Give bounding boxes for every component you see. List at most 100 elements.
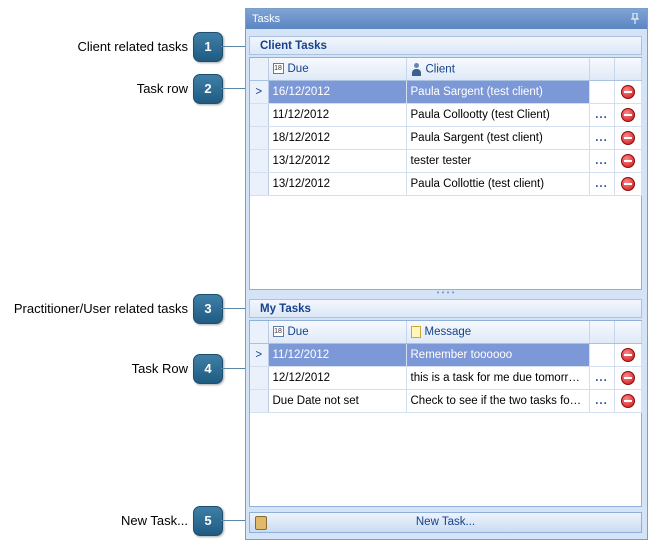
column-label: Message [424,326,472,339]
row-menu-button[interactable]: ... [589,103,615,127]
panel-title-bar: Tasks [246,9,647,29]
column-header-menu [589,58,615,81]
client-cell[interactable]: Paula Collootty (test Client) [406,103,590,127]
table-row[interactable]: 11/12/2012 Paula Collootty (test Client)… [250,103,642,127]
delete-icon [620,348,635,362]
tasks-panel: Tasks Client Tasks 18 Due Client > 16/12/… [245,8,648,540]
grid-header-row: 18 Due Message [250,321,642,344]
delete-button[interactable] [614,389,642,413]
client-cell[interactable]: Paula Collottie (test client) [406,172,590,196]
client-tasks-grid: 18 Due Client > 16/12/2012 Paula Sargent … [249,57,642,290]
callout-new-task: New Task... 5 [0,506,247,536]
delete-icon [620,154,635,168]
client-cell[interactable]: tester tester [406,149,590,173]
callout-line [221,308,247,309]
delete-button[interactable] [614,126,642,150]
row-selector-header [250,58,269,81]
callout-badge: 5 [193,506,223,536]
row-menu-button[interactable]: ... [589,80,615,104]
due-cell[interactable]: 18/12/2012 [268,126,407,150]
due-cell[interactable]: 11/12/2012 [268,103,407,127]
column-header-due[interactable]: 18 Due [268,321,407,344]
callout-label: Client related tasks [77,39,188,54]
pin-icon[interactable] [631,13,639,24]
table-row[interactable]: 13/12/2012 tester tester ... [250,149,642,173]
row-menu-button[interactable]: ... [589,172,615,196]
grid-header-row: 18 Due Client [250,58,642,81]
delete-icon [620,85,635,99]
due-cell[interactable]: 16/12/2012 [268,80,407,104]
due-cell[interactable]: Due Date not set [268,389,407,413]
row-selector[interactable] [250,126,269,150]
callout-client-tasks: Client related tasks 1 [0,32,247,62]
row-menu-button[interactable]: ... [589,343,615,367]
row-selector[interactable] [250,389,269,413]
callout-line [221,520,247,521]
calendar-icon: 18 [272,63,284,75]
message-cell[interactable]: Check to see if the two tasks for ... [406,389,590,413]
row-selector[interactable] [250,103,269,127]
row-menu-button[interactable]: ... [589,366,615,390]
delete-button[interactable] [614,366,642,390]
due-cell[interactable]: 13/12/2012 [268,149,407,173]
due-cell[interactable]: 11/12/2012 [268,343,407,367]
client-tasks-header: Client Tasks [249,36,642,55]
user-icon [411,62,422,76]
delete-icon [620,394,635,408]
delete-button[interactable] [614,343,642,367]
delete-button[interactable] [614,149,642,173]
column-header-message[interactable]: Message [406,321,590,344]
callout-line [221,46,247,47]
table-row[interactable]: 13/12/2012 Paula Collottie (test client)… [250,172,642,196]
callout-badge: 1 [193,32,223,62]
row-selector-header [250,321,269,344]
table-row[interactable]: > 16/12/2012 Paula Sargent (test client)… [250,80,642,104]
row-selector[interactable] [250,366,269,390]
table-row[interactable]: 12/12/2012 this is a task for me due tom… [250,366,642,390]
row-selector[interactable] [250,172,269,196]
calendar-icon: 18 [272,326,284,338]
my-tasks-header: My Tasks [249,299,642,318]
callout-label: Task Row [131,361,188,376]
row-menu-button[interactable]: ... [589,389,615,413]
column-header-delete [614,321,642,344]
due-cell[interactable]: 13/12/2012 [268,172,407,196]
client-cell[interactable]: Paula Sargent (test client) [406,126,590,150]
delete-button[interactable] [614,172,642,196]
callout-task-row: Task row 2 [0,74,247,104]
callout-task-row-2: Task Row 4 [0,354,247,384]
callout-practitioner-tasks: Practitioner/User related tasks 3 [0,294,247,324]
callout-badge: 3 [193,294,223,324]
message-cell[interactable]: Remember toooooo [406,343,590,367]
row-menu-button[interactable]: ... [589,149,615,173]
new-task-button[interactable]: New Task... [249,512,642,533]
callout-label: Task row [136,81,188,96]
delete-button[interactable] [614,103,642,127]
new-task-label: New Task... [415,516,476,528]
message-cell[interactable]: this is a task for me due tomorrow... [406,366,590,390]
client-cell[interactable]: Paula Sargent (test client) [406,80,590,104]
table-row[interactable]: 18/12/2012 Paula Sargent (test client) .… [250,126,642,150]
row-indicator: > [250,343,269,367]
delete-button[interactable] [614,80,642,104]
delete-icon [620,371,635,385]
splitter-handle[interactable]: • • • • [249,289,642,297]
table-row[interactable]: Due Date not set Check to see if the two… [250,389,642,413]
column-header-menu [589,321,615,344]
delete-icon [620,177,635,191]
row-indicator: > [250,80,269,104]
column-header-delete [614,58,642,81]
my-tasks-grid: 18 Due Message > 11/12/2012 Remember tooo… [249,320,642,507]
delete-icon [620,131,635,145]
column-header-due[interactable]: 18 Due [268,58,407,81]
callout-label: New Task... [121,513,188,528]
callout-badge: 2 [193,74,223,104]
column-label: Due [287,326,309,338]
row-menu-button[interactable]: ... [589,126,615,150]
table-row[interactable]: > 11/12/2012 Remember toooooo ... [250,343,642,367]
due-cell[interactable]: 12/12/2012 [268,366,407,390]
delete-icon [620,108,635,122]
row-selector[interactable] [250,149,269,173]
callout-badge: 4 [193,354,223,384]
column-header-client[interactable]: Client [406,58,590,81]
